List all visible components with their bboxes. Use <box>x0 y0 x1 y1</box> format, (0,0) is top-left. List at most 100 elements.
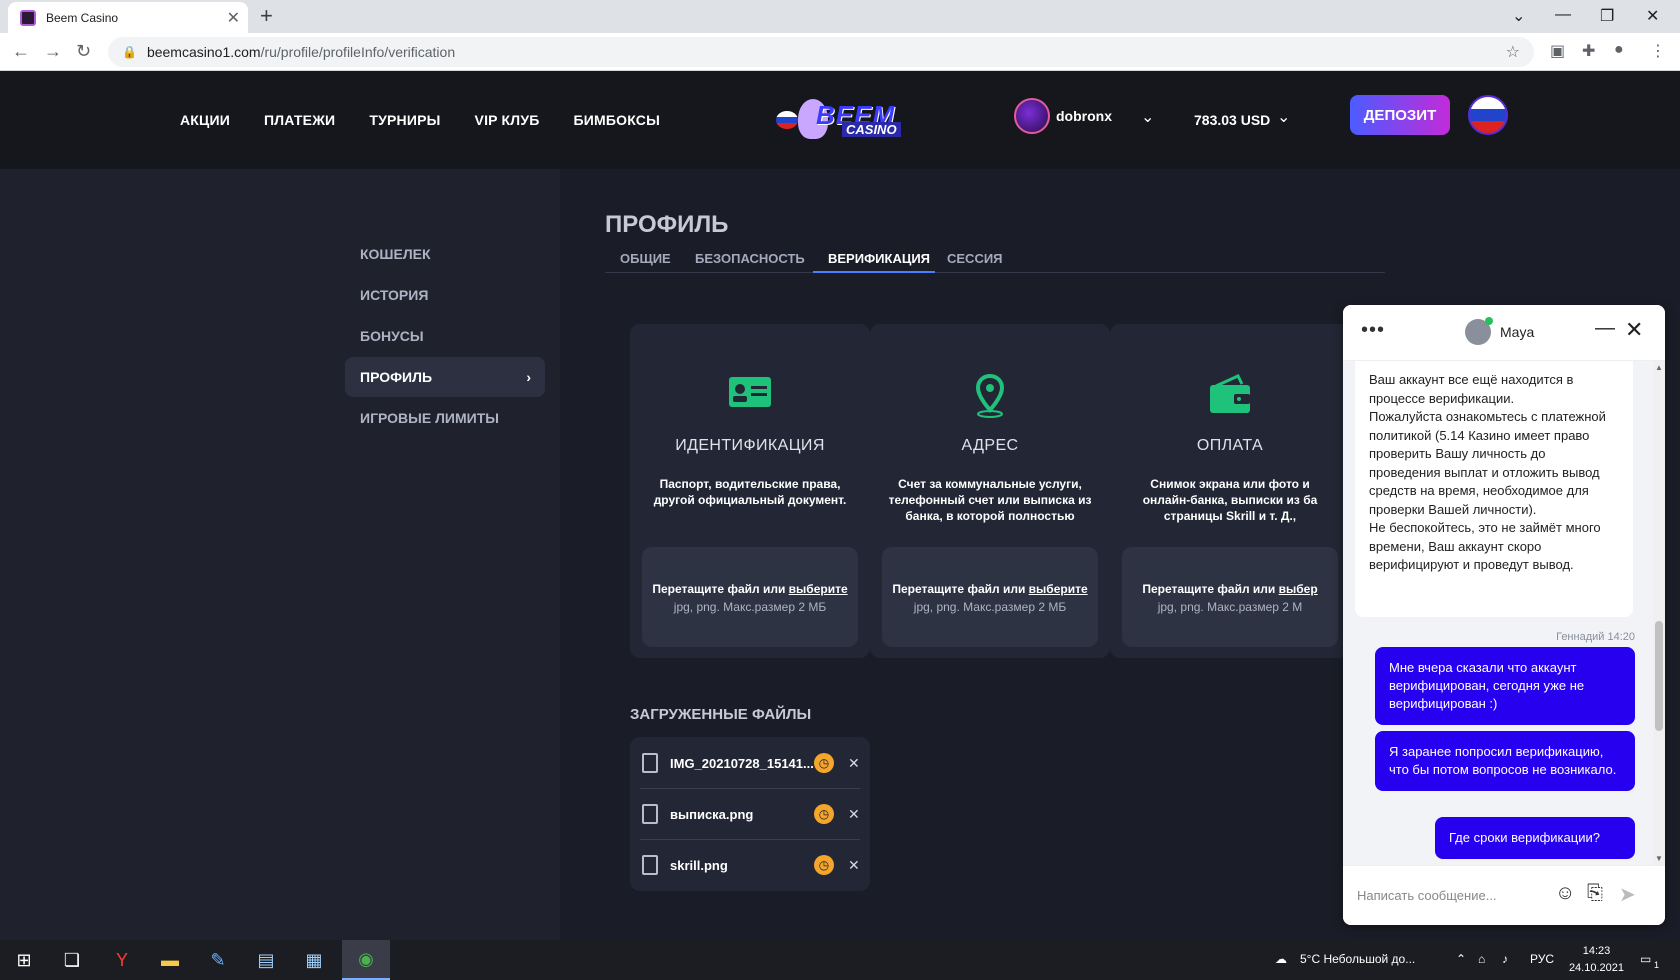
volume-icon[interactable]: ♪ <box>1502 952 1508 966</box>
agent-message: Ваш аккаунт все ещё находится в процессе… <box>1355 361 1633 617</box>
new-tab-icon[interactable]: + <box>260 3 273 29</box>
reload-icon[interactable]: ↻ <box>76 41 91 62</box>
task-view-icon[interactable]: ❏ <box>48 940 96 980</box>
account-icon[interactable]: ● <box>1614 41 1624 59</box>
file-name: skrill.png <box>670 857 728 873</box>
forward-icon[interactable]: → <box>44 41 62 62</box>
verification-card-payment: ОПЛАТА Снимок экрана или фото и онлайн-б… <box>1110 324 1350 658</box>
language-flag-icon[interactable] <box>1468 95 1508 135</box>
nav-tournaments[interactable]: ТУРНИРЫ <box>369 112 440 128</box>
sidebar-item-wallet[interactable]: КОШЕЛЕК <box>345 234 545 274</box>
chat-close-icon[interactable]: ✕ <box>1625 317 1643 343</box>
system-clock[interactable]: 14:23 24.10.2021 <box>1569 943 1624 977</box>
attach-icon[interactable]: ⎘ <box>1587 882 1603 905</box>
send-icon[interactable]: ➤ <box>1619 882 1636 907</box>
chat-header: ••• Maya — ✕ <box>1343 305 1665 361</box>
start-icon[interactable]: ⊞ <box>0 940 48 980</box>
choose-file-link[interactable]: выберите <box>789 582 848 596</box>
list-item: skrill.png ◷ ✕ <box>640 840 860 890</box>
nav-payments[interactable]: ПЛАТЕЖИ <box>264 112 335 128</box>
sidebar-item-profile[interactable]: ПРОФИЛЬ › <box>345 357 545 397</box>
drop-hint: jpg, png. Макс.размер 2 МБ <box>673 600 827 614</box>
sidebar-item-bonuses[interactable]: БОНУСЫ <box>345 316 545 356</box>
chat-scrollbar[interactable]: ▲ ▼ <box>1653 361 1665 865</box>
list-item: выписка.png ◷ ✕ <box>640 789 860 839</box>
file-icon <box>642 855 658 875</box>
file-name: выписка.png <box>670 806 754 822</box>
choose-file-link[interactable]: выбер <box>1279 582 1318 596</box>
browser-tab[interactable]: Beem Casino ✕ <box>8 2 248 33</box>
notifications-icon[interactable]: ▭ <box>1640 952 1651 966</box>
remove-file-icon[interactable]: ✕ <box>848 806 860 823</box>
puzzle-icon[interactable]: ✚ <box>1582 41 1595 61</box>
balance[interactable]: 783.03 USD <box>1194 112 1270 128</box>
network-icon[interactable]: ⌂ <box>1478 952 1485 966</box>
nav-vip-club[interactable]: VIP КЛУБ <box>475 112 540 128</box>
logo-text-bottom: CASINO <box>842 122 901 137</box>
drop-text: Перетащите файл или <box>892 582 1029 596</box>
chevron-right-icon: › <box>526 369 531 385</box>
window-close-icon[interactable]: ✕ <box>1646 6 1659 26</box>
minimize-icon[interactable]: — <box>1555 6 1571 24</box>
weather-text[interactable]: 5°C Небольшой до... <box>1300 952 1415 966</box>
nav-beemboxes[interactable]: БИМБОКСЫ <box>574 112 661 128</box>
deposit-button[interactable]: ДЕПОЗИТ <box>1350 95 1450 135</box>
bookmark-star-icon[interactable]: ☆ <box>1506 42 1520 62</box>
profile-tabs: ОБЩИЕ БЕЗОПАСНОСТЬ ВЕРИФИКАЦИЯ СЕССИЯ <box>605 243 1385 273</box>
restore-icon[interactable]: ❐ <box>1600 6 1614 26</box>
calculator-icon[interactable]: ▦ <box>290 940 338 980</box>
sidebar-item-game-limits[interactable]: ИГРОВЫЕ ЛИМИТЫ <box>345 398 545 438</box>
back-icon[interactable]: ← <box>12 41 30 62</box>
avatar <box>1014 98 1050 134</box>
card-title: ОПЛАТА <box>1196 437 1264 454</box>
close-tab-icon[interactable]: ✕ <box>227 8 240 28</box>
file-icon <box>642 753 658 773</box>
tab-title: Beem Casino <box>46 10 119 25</box>
notification-count: 1 <box>1654 960 1660 970</box>
profile-menu-icon[interactable]: ⌄ <box>1512 6 1525 26</box>
input-language[interactable]: РУС <box>1530 952 1554 966</box>
file-drop-zone[interactable]: Перетащите файл или выберите jpg, png. М… <box>642 547 858 647</box>
card-title: ИДЕНТИФИКАЦИЯ <box>675 437 825 454</box>
file-explorer-icon[interactable]: ▬ <box>146 940 194 980</box>
scroll-thumb[interactable] <box>1655 621 1663 731</box>
tab-verification[interactable]: ВЕРИФИКАЦИЯ <box>828 251 930 266</box>
browser-menu-icon[interactable]: ⋮ <box>1650 41 1666 61</box>
scroll-up-icon[interactable]: ▲ <box>1655 363 1663 372</box>
site-logo[interactable]: BEEM CASINO <box>776 97 906 143</box>
nav-promotions[interactable]: АКЦИИ <box>180 112 230 128</box>
yandex-browser-icon[interactable]: Y <box>98 940 146 980</box>
remove-file-icon[interactable]: ✕ <box>848 755 860 772</box>
extension-icon[interactable]: ▣ <box>1550 41 1565 61</box>
chat-minimize-icon[interactable]: — <box>1595 317 1615 340</box>
remove-file-icon[interactable]: ✕ <box>848 857 860 874</box>
profile-sidebar: КОШЕЛЕК ИСТОРИЯ БОНУСЫ ПРОФИЛЬ › ИГРОВЫЕ… <box>0 169 560 940</box>
active-tab-underline <box>813 271 935 273</box>
user-menu[interactable]: dobronx <box>1014 98 1112 134</box>
verification-card-identity: ИДЕНТИФИКАЦИЯ Паспорт, водительские прав… <box>630 324 870 658</box>
balance-chevron-down-icon[interactable]: ⌄ <box>1277 107 1290 127</box>
chrome-icon[interactable]: ◉ <box>342 940 390 980</box>
emoji-icon[interactable]: ☺ <box>1555 882 1575 905</box>
chat-messages[interactable]: Ваш аккаунт все ещё находится в процессе… <box>1343 361 1665 865</box>
drop-text: Перетащите файл или <box>652 582 789 596</box>
choose-file-link[interactable]: выберите <box>1029 582 1088 596</box>
drop-hint: jpg, png. Макс.размер 2 М <box>1157 600 1303 614</box>
tab-general[interactable]: ОБЩИЕ <box>620 251 671 266</box>
weather-icon: ☁ <box>1275 952 1287 966</box>
tab-security[interactable]: БЕЗОПАСНОСТЬ <box>695 251 805 266</box>
verification-card-address: АДРЕС Счет за коммунальные услуги, телеф… <box>870 324 1110 658</box>
file-drop-zone[interactable]: Перетащите файл или выберите jpg, png. М… <box>882 547 1098 647</box>
paint-icon[interactable]: ✎ <box>194 940 242 980</box>
file-drop-zone[interactable]: Перетащите файл или выбер jpg, png. Макс… <box>1122 547 1338 647</box>
tab-session[interactable]: СЕССИЯ <box>947 251 1003 266</box>
scroll-down-icon[interactable]: ▼ <box>1655 854 1663 863</box>
url-bar[interactable]: 🔒 beemcasino1.com /ru/profile/profileInf… <box>108 37 1534 67</box>
chat-message-input[interactable]: Написать сообщение... <box>1357 888 1497 903</box>
tray-chevron-up-icon[interactable]: ⌃ <box>1456 952 1466 966</box>
address-toolbar: ← → ↻ 🔒 beemcasino1.com /ru/profile/prof… <box>0 33 1680 71</box>
sidebar-item-history[interactable]: ИСТОРИЯ <box>345 275 545 315</box>
remote-desktop-icon[interactable]: ▤ <box>242 940 290 980</box>
chat-menu-icon[interactable]: ••• <box>1361 319 1385 342</box>
user-chevron-down-icon[interactable]: ⌄ <box>1141 107 1154 127</box>
